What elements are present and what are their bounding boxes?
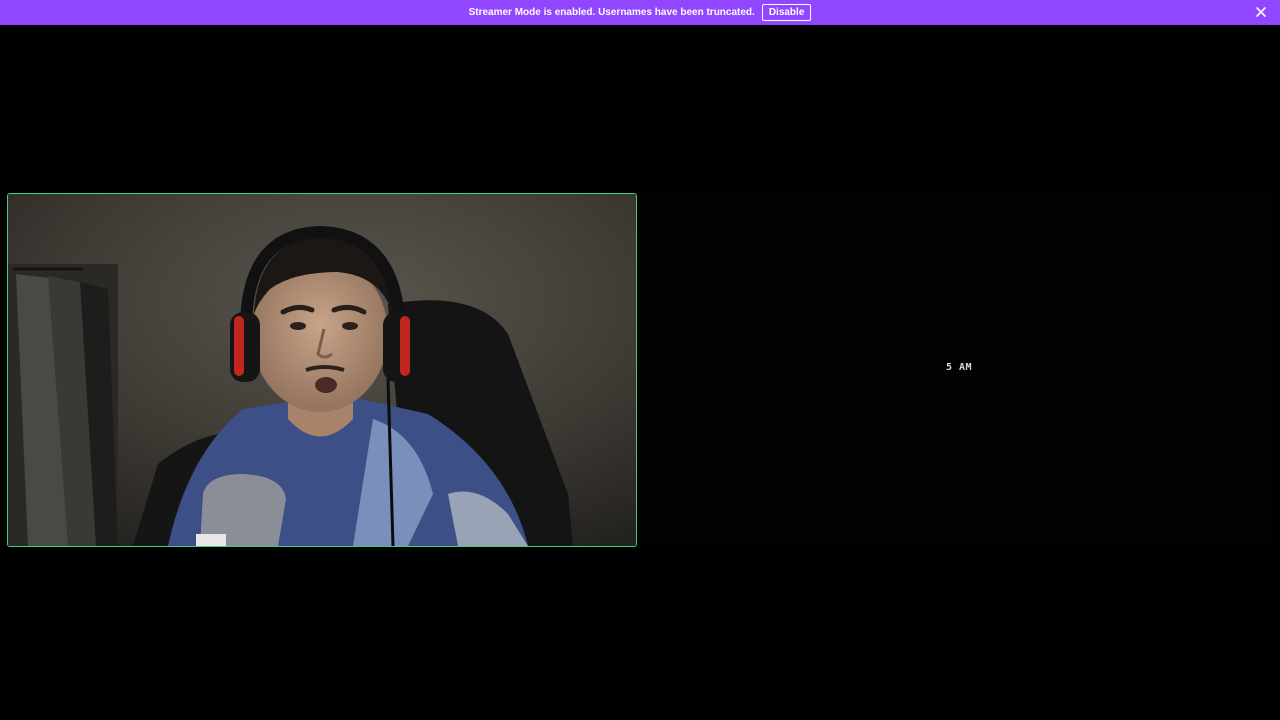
banner-message: Streamer Mode is enabled. Usernames have… [468, 7, 755, 18]
webcam-video-tile[interactable] [7, 193, 637, 547]
disable-streamer-mode-button[interactable]: Disable [761, 4, 812, 21]
streamer-mode-banner: Streamer Mode is enabled. Usernames have… [0, 0, 1280, 25]
webcam-video-frame [8, 194, 636, 546]
call-window: Streamer Mode is enabled. Usernames have… [0, 0, 1280, 720]
screen-share-tile[interactable]: 5 AM [641, 193, 1273, 547]
screen-share-clock: 5 AM [946, 362, 973, 373]
close-icon[interactable] [1254, 5, 1268, 19]
